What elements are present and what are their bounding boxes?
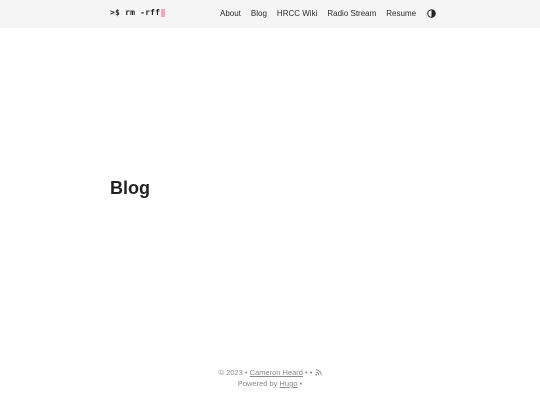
author-link[interactable]: Cameron Heard: [250, 368, 303, 377]
footer-separator: •: [309, 368, 313, 377]
theme-toggle-icon[interactable]: [427, 9, 436, 18]
blinking-cursor: [161, 8, 166, 17]
footer-separator: •: [299, 379, 303, 388]
rss-icon[interactable]: [314, 369, 322, 376]
nav-link-hrcc-wiki[interactable]: HRCC Wiki: [277, 9, 317, 18]
copyright-text: © 2023 •: [218, 368, 248, 377]
nav-link-about[interactable]: About: [220, 9, 241, 18]
main-nav: About Blog HRCC Wiki Radio Stream Resume: [220, 9, 436, 18]
powered-by-text: Powered by: [237, 379, 278, 388]
nav-link-radio-stream[interactable]: Radio Stream: [327, 9, 376, 18]
nav-link-blog[interactable]: Blog: [251, 9, 267, 18]
footer-powered-row: Powered by Hugo •: [0, 379, 540, 388]
hugo-link[interactable]: Hugo: [280, 379, 298, 388]
page-title: Blog: [110, 178, 150, 198]
site-logo-link[interactable]: >$ rm -rff: [110, 8, 166, 17]
footer-copyright-row: © 2023 • Cameron Heard • •: [0, 368, 540, 377]
nav-link-resume[interactable]: Resume: [386, 9, 416, 18]
site-logo-text: >$ rm -rff: [110, 8, 161, 17]
footer-separator: •: [305, 368, 308, 377]
site-header: >$ rm -rff About Blog HRCC Wiki Radio St…: [0, 0, 540, 28]
